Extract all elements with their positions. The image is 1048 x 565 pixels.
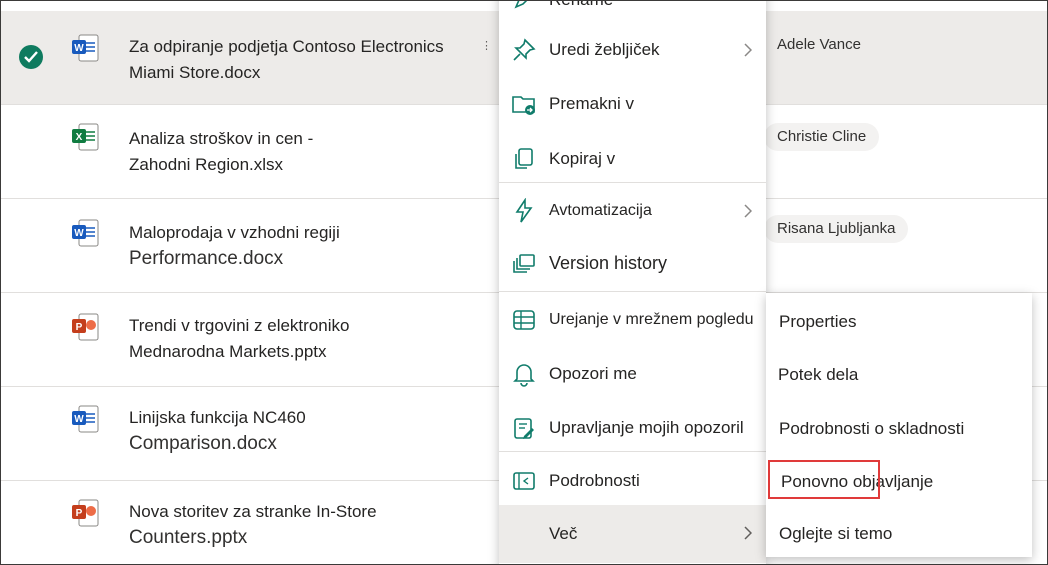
pin-icon: [511, 37, 537, 63]
modified-by: Christie Cline: [764, 123, 880, 151]
file-name[interactable]: Trendi v trgovini z elektroniko Mednarod…: [129, 313, 349, 365]
chevron-right-icon: [744, 43, 753, 62]
menu-item-automate[interactable]: Avtomatizacija: [499, 186, 766, 236]
highlight-box: [768, 460, 880, 499]
svg-text:P: P: [76, 322, 83, 333]
grid-icon: [511, 307, 537, 333]
submenu-item-label: Podrobnosti o skladnosti: [779, 419, 965, 438]
svg-text:W: W: [74, 414, 84, 425]
submenu-item-compliance[interactable]: Podrobnosti o skladnosti: [766, 403, 1032, 455]
menu-item-move-to[interactable]: Premakni v: [499, 79, 766, 129]
menu-divider: [499, 182, 766, 183]
chevron-right-icon: [744, 204, 753, 223]
file-browser: W Za odpiranje podjetja Contoso Electron…: [0, 0, 1048, 565]
context-menu: Rename Uredi žebljiček Premakni v Kopira…: [499, 1, 766, 564]
file-name-line1: Maloprodaja v vzhodni regiji: [129, 223, 340, 242]
submenu-item-label: Potek dela: [778, 365, 859, 384]
modified-by: Adele Vance: [777, 36, 861, 53]
submenu-item-label: Oglejte si temo: [779, 524, 893, 543]
powerpoint-file-icon: P: [70, 498, 100, 528]
menu-item-more[interactable]: Več: [499, 505, 766, 563]
file-name-line2: Counters.pptx: [129, 527, 248, 548]
excel-file-icon: X: [70, 122, 100, 152]
menu-item-edit-pin[interactable]: Uredi žebljiček: [499, 25, 766, 75]
file-name[interactable]: Maloprodaja v vzhodni regiji Performance…: [129, 220, 340, 272]
file-name[interactable]: Linijska funkcija NC460 Comparison.docx: [129, 405, 306, 457]
rename-icon: [511, 1, 537, 13]
menu-item-label: Kopiraj v: [549, 149, 616, 168]
menu-item-label: Urejanje v mrežnem pogledu: [549, 311, 754, 328]
menu-item-label: Avtomatizacija: [549, 202, 652, 219]
menu-item-label: Premakni v: [549, 94, 635, 113]
file-name-line2: Miami Store.docx: [129, 63, 261, 82]
move-folder-icon: [511, 91, 537, 117]
automate-icon: [511, 197, 537, 224]
powerpoint-file-icon: P: [70, 312, 100, 342]
submenu-item-properties[interactable]: Properties: [766, 296, 1032, 348]
file-name[interactable]: Nova storitev za stranke In-Store Counte…: [129, 499, 377, 551]
submenu-item-workflow[interactable]: Potek dela: [766, 349, 1032, 401]
details-pane-icon: [511, 468, 537, 494]
manage-alerts-icon: [511, 415, 537, 441]
menu-item-copy-to[interactable]: Kopiraj v: [499, 134, 766, 184]
menu-item-label: Podrobnosti: [549, 471, 640, 490]
menu-item-details[interactable]: Podrobnosti: [499, 456, 766, 506]
submenu-more: Properties Potek dela Podrobnosti o skla…: [766, 293, 1032, 557]
svg-text:W: W: [74, 43, 84, 54]
bell-icon: [511, 361, 537, 387]
file-name-line1: Trendi v trgovini z elektroniko: [129, 316, 350, 335]
file-name-line1: Analiza stroškov in cen -: [129, 129, 314, 148]
file-name-line2: Mednarodna Markets.pptx: [129, 342, 327, 361]
chevron-right-icon: [744, 526, 753, 545]
menu-item-alert-me[interactable]: Opozori me: [499, 349, 766, 399]
modified-by: Risana Ljubljanka: [764, 215, 909, 243]
file-name-line2: Zahodni Region.xlsx: [129, 155, 284, 174]
menu-item-label: Upravljanje mojih opozoril: [549, 418, 744, 437]
menu-item-manage-alerts[interactable]: Upravljanje mojih opozoril: [499, 403, 766, 453]
svg-text:P: P: [76, 508, 83, 519]
word-file-icon: W: [70, 218, 100, 248]
copy-icon: [511, 146, 537, 172]
file-name-line1: Za odpiranje podjetja Contoso Electronic…: [129, 37, 444, 56]
svg-text:X: X: [76, 132, 83, 143]
file-name-line1: Linijska funkcija NC460: [129, 408, 306, 427]
menu-item-version-history[interactable]: Version history: [499, 238, 766, 288]
menu-item-label: Opozori me: [549, 364, 637, 383]
version-history-icon: [511, 250, 537, 276]
submenu-item-label: Properties: [779, 312, 857, 331]
word-file-icon: W: [70, 33, 100, 63]
submenu-item-view-topic[interactable]: Oglejte si temo: [766, 508, 1032, 560]
file-name[interactable]: Za odpiranje podjetja Contoso Electronic…: [129, 34, 444, 86]
file-name-line1: Nova storitev za stranke In-Store: [129, 502, 377, 521]
svg-text:W: W: [74, 228, 84, 239]
checkmark-icon[interactable]: [19, 45, 43, 69]
menu-item-rename[interactable]: Rename: [499, 1, 766, 25]
menu-divider: [499, 291, 766, 292]
menu-item-label: Rename: [549, 1, 764, 25]
file-name-line2: Performance.docx: [129, 248, 284, 269]
menu-item-label: Version history: [549, 253, 668, 273]
menu-divider: [499, 451, 766, 452]
file-name[interactable]: Analiza stroškov in cen - Zahodni Region…: [129, 126, 313, 178]
menu-item-grid-edit[interactable]: Urejanje v mrežnem pogledu: [499, 295, 766, 345]
more-dots-icon[interactable]: ⋮: [481, 39, 492, 52]
menu-item-label: Več: [549, 524, 578, 543]
word-file-icon: W: [70, 404, 100, 434]
menu-item-label: Uredi žebljiček: [549, 40, 660, 59]
file-name-line2: Comparison.docx: [129, 433, 277, 454]
